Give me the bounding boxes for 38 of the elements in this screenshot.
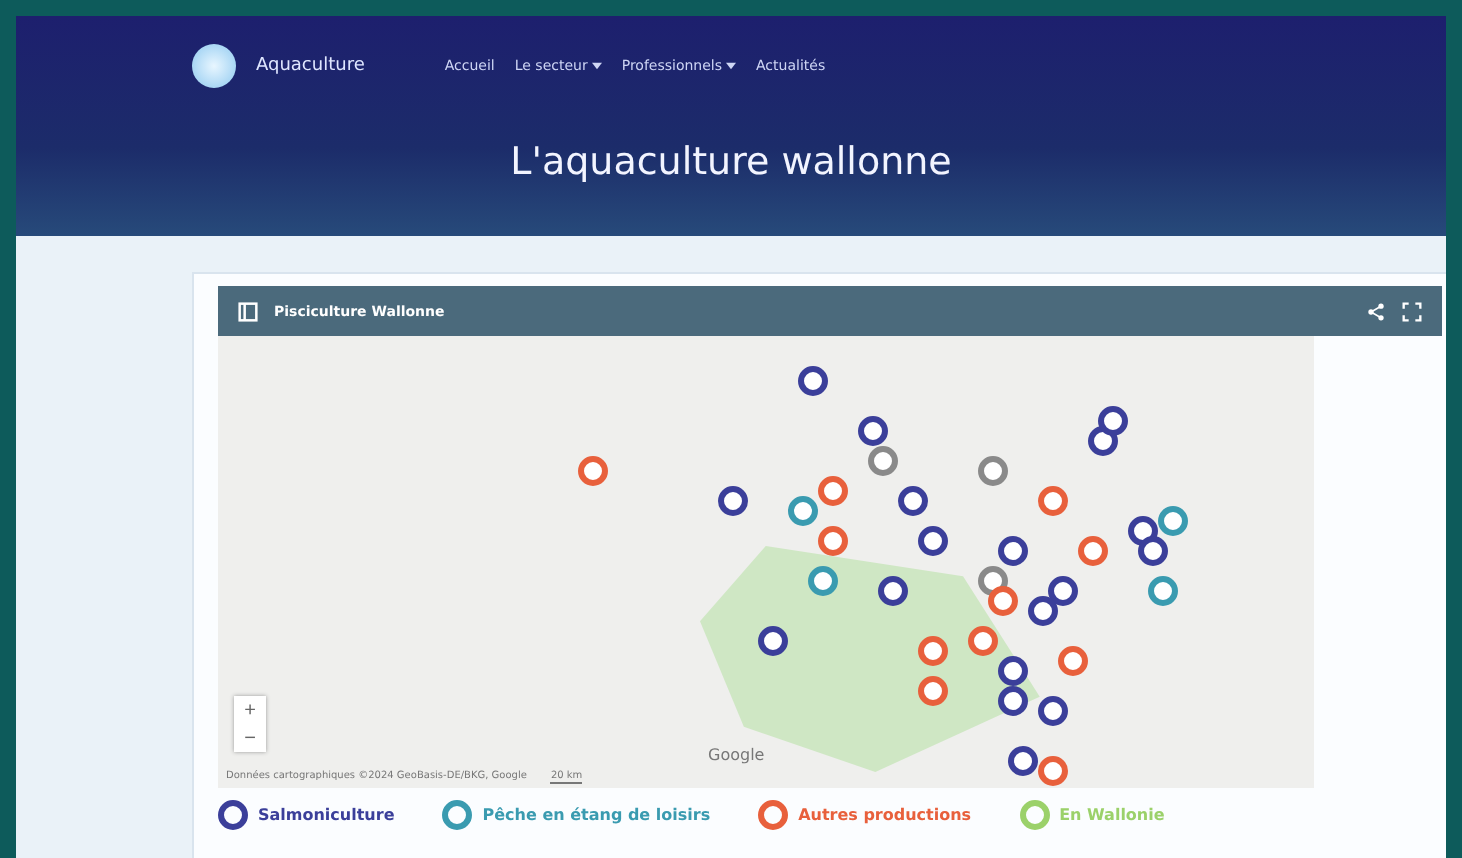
map-marker[interactable]	[1028, 596, 1058, 626]
map-marker[interactable]	[1098, 406, 1128, 436]
map-marker[interactable]	[1038, 486, 1068, 516]
map-marker[interactable]	[1008, 746, 1038, 776]
map-marker[interactable]	[798, 366, 828, 396]
map-marker[interactable]	[978, 456, 1008, 486]
map-logo: Google	[708, 746, 765, 764]
map-marker[interactable]	[1038, 756, 1068, 786]
map-marker[interactable]	[818, 476, 848, 506]
map-marker[interactable]	[898, 486, 928, 516]
map-marker[interactable]	[998, 536, 1028, 566]
map-marker[interactable]	[1078, 536, 1108, 566]
map-marker[interactable]	[868, 446, 898, 476]
legend-label: Pêche en étang de loisirs	[482, 806, 711, 824]
share-icon[interactable]	[1366, 301, 1386, 321]
map-marker[interactable]	[1158, 506, 1188, 536]
brand-name[interactable]: Aquaculture	[256, 56, 365, 76]
map-marker[interactable]	[1048, 576, 1078, 606]
map-marker[interactable]	[1058, 646, 1088, 676]
map-marker[interactable]	[788, 496, 818, 526]
page-title: L'aquaculture wallonne	[510, 140, 952, 184]
legend-label: En Wallonie	[1059, 806, 1165, 824]
map-marker[interactable]	[818, 526, 848, 556]
fullscreen-icon[interactable]	[1402, 301, 1422, 321]
zoom-in-button[interactable]: +	[234, 696, 266, 724]
legend-label: Autres productions	[798, 806, 972, 824]
map-marker[interactable]	[1148, 576, 1178, 606]
map-marker[interactable]	[918, 526, 948, 556]
zoom-out-button[interactable]: −	[234, 724, 266, 752]
map-marker[interactable]	[988, 586, 1018, 616]
map-marker[interactable]	[1138, 536, 1168, 566]
legend-label: Salmoniculture	[258, 806, 395, 824]
map-marker[interactable]	[718, 486, 748, 516]
sidebar-icon[interactable]	[238, 301, 258, 321]
map-marker[interactable]	[858, 416, 888, 446]
map-marker[interactable]	[1038, 696, 1068, 726]
map-marker[interactable]	[578, 456, 608, 486]
logo-icon[interactable]	[192, 44, 236, 88]
